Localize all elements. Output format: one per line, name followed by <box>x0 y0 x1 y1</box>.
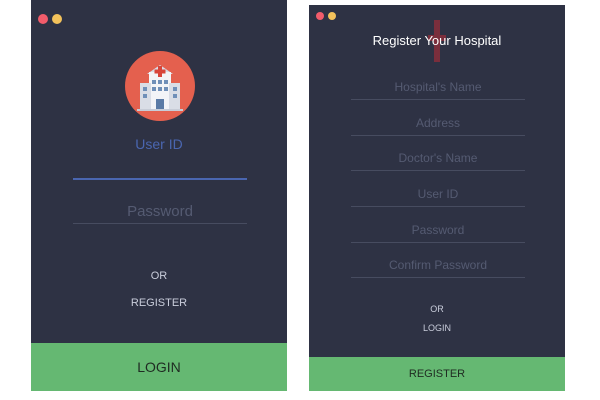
password-underline <box>351 242 525 243</box>
hospital-icon <box>125 51 195 121</box>
user-id-input[interactable] <box>351 184 525 204</box>
or-separator: OR <box>430 304 444 314</box>
close-dot-icon[interactable] <box>316 12 324 20</box>
confirm-password-underline <box>351 277 525 278</box>
password-input[interactable] <box>351 220 525 240</box>
login-window: User ID OR REGISTER LOGIN <box>31 0 287 391</box>
register-title: Register Your Hospital <box>372 33 502 48</box>
address-input[interactable] <box>351 113 525 133</box>
or-separator: OR <box>150 270 168 282</box>
minimize-dot-icon[interactable] <box>52 14 62 24</box>
user-id-underline <box>351 206 525 207</box>
hospital-name-input[interactable] <box>351 77 525 97</box>
confirm-password-input[interactable] <box>351 255 525 275</box>
window-controls <box>38 14 62 24</box>
password-underline <box>73 223 247 224</box>
doctor-name-underline <box>351 170 525 171</box>
register-button[interactable]: REGISTER <box>309 357 565 391</box>
user-id-underline <box>73 178 247 180</box>
login-button[interactable]: LOGIN <box>31 343 287 391</box>
close-dot-icon[interactable] <box>38 14 48 24</box>
minimize-dot-icon[interactable] <box>328 12 336 20</box>
login-link[interactable]: LOGIN <box>309 323 565 333</box>
user-id-label[interactable]: User ID <box>31 136 287 152</box>
doctor-name-input[interactable] <box>351 148 525 168</box>
hospital-name-underline <box>351 99 525 100</box>
window-controls <box>316 12 336 20</box>
register-link[interactable]: REGISTER <box>31 297 287 309</box>
register-window: Register Your Hospital OR LOGIN REGISTER <box>309 5 565 391</box>
password-input[interactable] <box>73 199 247 223</box>
address-underline <box>351 135 525 136</box>
